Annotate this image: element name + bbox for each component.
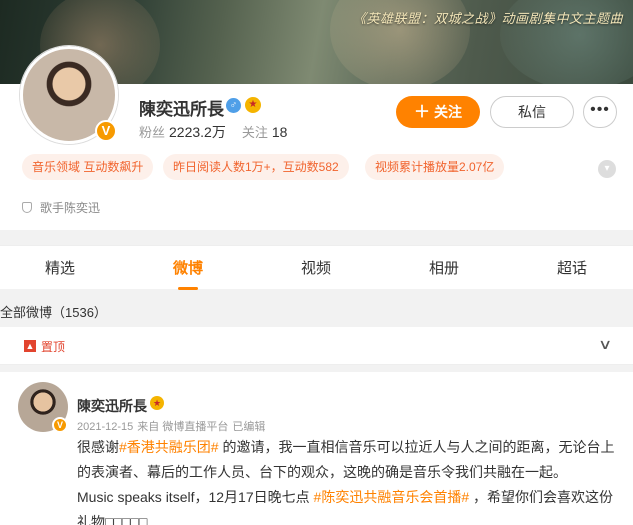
chevron-down-icon[interactable]: ▾	[598, 160, 616, 178]
post-author[interactable]: 陳奕迅所長	[77, 396, 147, 416]
male-icon: ♂	[226, 98, 241, 113]
tab-supertopic[interactable]: 超话	[542, 246, 602, 290]
more-icon[interactable]: •••	[583, 96, 617, 128]
following-label: 关注	[241, 125, 268, 140]
verified-badge-icon: V	[52, 417, 68, 433]
post-edited: 已编辑	[232, 421, 266, 433]
tag-reads[interactable]: 昨日阅读人数1万+，互动数582	[163, 154, 349, 180]
post-text-segment: 很感谢	[77, 439, 119, 455]
profile-tabs: 精选 微博 视频 相册 超话	[0, 245, 633, 290]
followers-label: 粉丝	[139, 125, 166, 140]
bio: 歌手陈奕迅	[22, 199, 100, 216]
followers-count[interactable]: 2223.2万	[169, 124, 226, 140]
post-source: 来自 微博直播平台	[137, 421, 229, 433]
pinned-bar[interactable]: ▲ 置顶 ∨	[0, 327, 633, 365]
following-count[interactable]: 18	[272, 124, 288, 140]
profile-stats: 粉丝 2223.2万 关注 18	[139, 122, 303, 142]
tag-video-plays[interactable]: 视频累计播放量2.07亿	[365, 154, 505, 180]
hashtag-link[interactable]: #香港共融乐团#	[119, 439, 219, 455]
post-date[interactable]: 2021-12-15	[77, 421, 133, 433]
follow-button-label: 关注	[434, 104, 462, 120]
banner-caption: 《英雄联盟：双城之战》动画剧集中文主题曲	[352, 11, 623, 26]
follow-button[interactable]: ＋关注	[396, 96, 480, 128]
tag-music-domain[interactable]: 音乐领域 互动数飙升	[22, 154, 154, 180]
section-title: 全部微博（1536）	[0, 305, 107, 320]
tab-weibo[interactable]: 微博	[158, 246, 218, 290]
vip-badge-icon[interactable]: ★	[150, 396, 164, 410]
chevron-down-icon[interactable]: ∨	[598, 336, 612, 353]
vip-badge-icon[interactable]: ★	[245, 97, 261, 113]
bio-text: 歌手陈奕迅	[40, 201, 101, 215]
profile-name: 陳奕迅所長	[139, 100, 224, 119]
post-card: V 陳奕迅所長 ★ 2021-12-15 来自 微博直播平台 已编辑 很感谢#香港共…	[0, 372, 633, 525]
pinned-label: 置顶	[41, 340, 66, 354]
tab-video[interactable]: 视频	[286, 246, 346, 290]
tab-album[interactable]: 相册	[414, 246, 474, 290]
hashtag-link[interactable]: #陈奕迅共融音乐会首播#	[314, 489, 470, 505]
tab-featured[interactable]: 精选	[30, 246, 90, 290]
message-button[interactable]: 私信	[490, 96, 574, 128]
pin-icon: ▲	[24, 340, 36, 352]
post-text-segment: Music speaks itself，12月17日晚七点	[77, 489, 314, 505]
plus-icon: ＋	[413, 104, 430, 121]
shield-icon	[22, 202, 32, 213]
post-meta: 2021-12-15 来自 微博直播平台 已编辑	[77, 418, 269, 434]
verified-badge-icon: V	[95, 120, 117, 142]
post-text: 很感谢#香港共融乐团# 的邀请，我一直相信音乐可以拉近人与人之间的距离，无论台上…	[77, 435, 617, 525]
